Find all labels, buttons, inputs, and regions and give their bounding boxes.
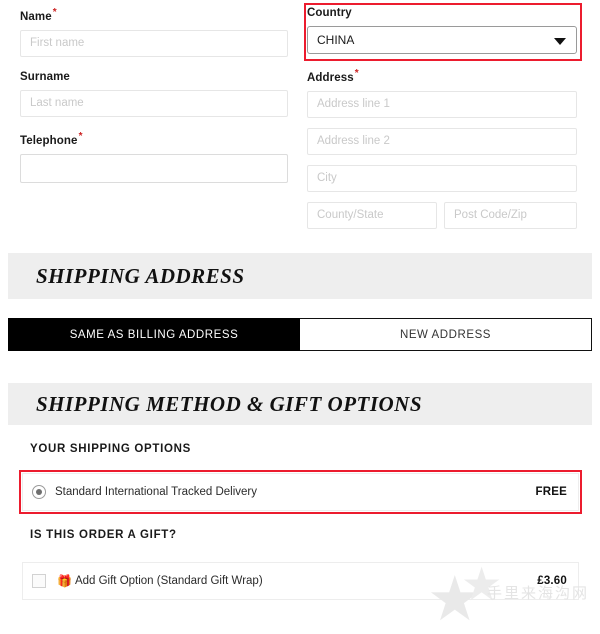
shipping-method-heading: SHIPPING METHOD & GIFT OPTIONS: [36, 391, 423, 416]
shipping-address-tabs: SAME AS BILLING ADDRESS NEW ADDRESS: [8, 318, 592, 351]
gift-option-checkbox[interactable]: [32, 574, 46, 588]
gift-option-price: £3.60: [537, 575, 567, 587]
address-line-1-input[interactable]: [307, 90, 577, 118]
shipping-address-heading: SHIPPING ADDRESS: [36, 263, 245, 288]
shipping-method-section-header: SHIPPING METHOD & GIFT OPTIONS: [8, 383, 592, 425]
city-group: [307, 164, 577, 192]
shipping-option-label: Standard International Tracked Delivery: [55, 486, 257, 498]
name-label: Name*: [20, 6, 288, 24]
country-label-text: Country: [307, 7, 352, 19]
postcode-zip-input[interactable]: [444, 201, 577, 229]
last-name-input[interactable]: [20, 89, 288, 117]
first-name-input[interactable]: [20, 29, 288, 57]
shipping-address-section-header: SHIPPING ADDRESS: [8, 253, 592, 299]
country-label: Country: [307, 6, 577, 20]
county-state-input[interactable]: [307, 201, 437, 229]
address-required-marker: *: [354, 68, 359, 79]
surname-label: Surname: [20, 70, 288, 84]
county-postcode-row: [307, 201, 577, 229]
tab-new-address-label: NEW ADDRESS: [399, 328, 492, 341]
gift-icon: 🎁: [57, 574, 72, 588]
country-select-wrapper[interactable]: CHINA: [307, 26, 577, 54]
address-label-text: Address: [307, 71, 354, 84]
billing-right-column: Country CHINA Address*: [307, 6, 577, 229]
telephone-input[interactable]: [20, 153, 288, 183]
tab-new-address[interactable]: NEW ADDRESS: [300, 318, 592, 351]
name-label-text: Name: [20, 10, 52, 23]
shipping-option-price: FREE: [535, 486, 567, 498]
tab-same-as-billing-address-label: SAME AS BILLING ADDRESS: [69, 328, 239, 341]
address-line-2-group: [307, 127, 577, 155]
gift-option-row[interactable]: 🎁 Add Gift Option (Standard Gift Wrap) £…: [22, 562, 579, 600]
surname-label-text: Surname: [20, 70, 70, 83]
gift-option-label: Add Gift Option (Standard Gift Wrap): [74, 575, 263, 587]
tab-same-as-billing-address[interactable]: SAME AS BILLING ADDRESS: [8, 318, 300, 351]
name-required-marker: *: [52, 7, 57, 18]
surname-field-group: Surname: [20, 70, 288, 117]
address-line-2-input[interactable]: [307, 127, 577, 155]
telephone-required-marker: *: [78, 130, 83, 142]
shipping-option-radio[interactable]: [32, 485, 46, 499]
billing-form: Name* Surname Telephone* Country CHINA: [0, 0, 600, 245]
shipping-option-row[interactable]: Standard International Tracked Delivery …: [22, 473, 579, 511]
name-field-group: Name*: [20, 6, 288, 57]
address-label: Address*: [307, 67, 577, 85]
country-select[interactable]: CHINA: [307, 26, 577, 54]
country-field-group: Country CHINA: [307, 6, 577, 54]
is-this-order-a-gift-heading: IS THIS ORDER A GIFT?: [30, 529, 177, 541]
billing-left-column: Name* Surname Telephone*: [20, 6, 288, 196]
city-input[interactable]: [307, 164, 577, 192]
your-shipping-options-heading: YOUR SHIPPING OPTIONS: [30, 443, 192, 455]
telephone-label: Telephone*: [20, 130, 288, 148]
address-field-group: Address*: [307, 67, 577, 118]
telephone-label-text: Telephone: [20, 134, 78, 147]
telephone-field-group: Telephone*: [20, 130, 288, 183]
